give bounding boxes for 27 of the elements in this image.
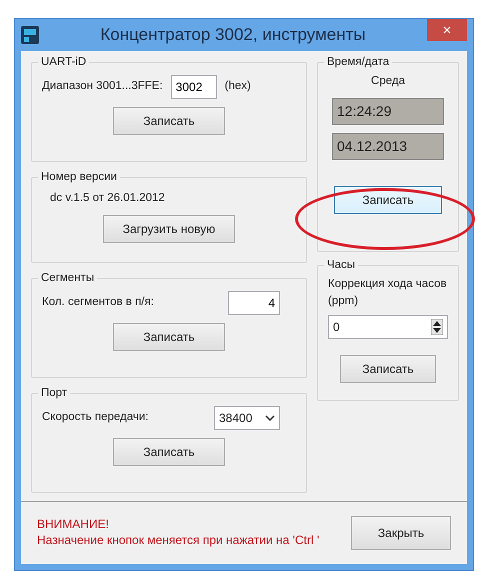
date-field: 04.12.2013 [332,133,444,160]
write-button[interactable]: Записать [113,107,225,135]
close-dialog-button[interactable]: Закрыть [351,516,451,550]
write-button[interactable]: Загрузить новую [103,215,235,244]
field-label: Коррекция хода часов (ppm) [328,277,448,310]
weekday-label: Среда [370,74,406,89]
time-field: 12:24:29 [332,98,444,126]
chevron-icon [265,415,275,421]
warning-text: Назначение кнопок меняется при нажатии на 'Ctrl ' [37,533,320,549]
text-field[interactable]: 3002 [170,75,217,99]
spinner-arrows-icon[interactable] [431,318,443,334]
write-button[interactable]: Записать [113,438,225,466]
app-icon [21,26,39,44]
field-label: Скорость передачи: [42,410,148,426]
speed-dropdown[interactable]: 38400 [214,406,280,430]
write-button[interactable]: Записать [113,323,225,351]
field-label: Диапазон 3001...3FFE: [42,79,163,94]
field-label: Кол. сегментов в п/я: [42,295,154,310]
window-title: Концентратор 3002, инструменты [99,24,367,46]
unit-label: (hex) [224,79,251,94]
write-button[interactable]: Записать [340,354,436,382]
text-field[interactable]: 4 [228,291,280,315]
write-button[interactable]: Записать [334,186,442,214]
close-button[interactable]: × [427,19,467,41]
warning-title: ВНИМАНИЕ! [37,517,110,533]
spin-field[interactable]: 0 [328,314,448,338]
version-text: dc v.1.5 от 26.01.2012 [50,191,165,206]
